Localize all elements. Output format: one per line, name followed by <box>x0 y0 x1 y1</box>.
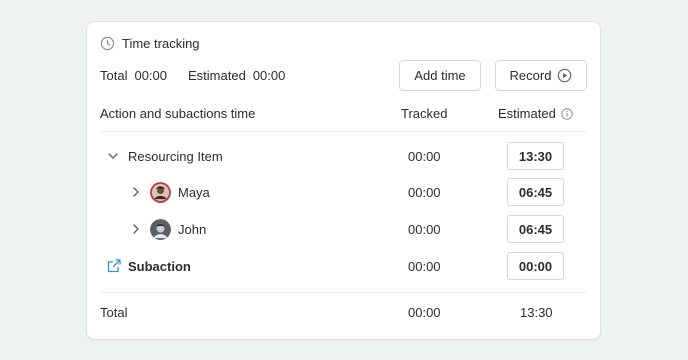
table-total-row: Total 00:00 13:30 <box>100 292 587 332</box>
column-header-estimated: Estimated <box>498 106 573 121</box>
chevron-right-icon[interactable] <box>129 185 143 199</box>
chevron-right-icon[interactable] <box>129 222 143 236</box>
table-row: Maya 00:00 06:45 <box>100 174 587 210</box>
row-estimated-input[interactable]: 06:45 <box>507 215 564 243</box>
row-estimated-input[interactable]: 00:00 <box>507 252 564 280</box>
row-tracked: 00:00 <box>408 148 441 164</box>
panel-header: Time tracking <box>100 36 200 51</box>
play-circle-icon <box>557 68 572 83</box>
row-name: John <box>178 221 207 237</box>
avatar <box>150 218 171 240</box>
clock-icon <box>100 36 115 51</box>
record-button[interactable]: Record <box>495 60 587 91</box>
row-name-cell: Maya <box>129 174 210 210</box>
row-name[interactable]: Subaction <box>128 259 191 274</box>
row-name: Resourcing Item <box>128 148 223 164</box>
row-estimated-input[interactable]: 06:45 <box>507 178 564 206</box>
external-link-icon[interactable] <box>106 258 122 274</box>
column-header-action: Action and subactions time <box>100 106 256 121</box>
row-name-cell: Subaction <box>106 248 191 284</box>
table-header: Action and subactions time Tracked Estim… <box>100 106 587 132</box>
panel-title: Time tracking <box>122 36 200 51</box>
add-time-button[interactable]: Add time <box>399 60 481 91</box>
info-icon[interactable] <box>561 107 573 120</box>
column-header-estimated-label: Estimated <box>498 106 556 121</box>
row-name: Maya <box>178 184 210 200</box>
total-label: Total <box>100 305 128 320</box>
column-header-tracked: Tracked <box>401 106 448 121</box>
summary-total-value: 00:00 <box>134 68 168 83</box>
avatar <box>150 181 171 203</box>
summary-estimated-label: Estimated <box>188 68 246 83</box>
row-tracked: 00:00 <box>408 221 441 237</box>
table-row: Resourcing Item 00:00 13:30 <box>100 138 587 174</box>
add-time-label: Add time <box>414 68 466 83</box>
total-tracked: 00:00 <box>408 305 441 320</box>
chevron-down-icon[interactable] <box>106 149 120 163</box>
row-tracked: 00:00 <box>408 184 441 200</box>
summary-total-label: Total <box>100 68 128 83</box>
summary-estimated-value: 00:00 <box>252 68 286 83</box>
row-name-cell: John <box>129 211 206 247</box>
row-name-cell: Resourcing Item <box>106 138 223 174</box>
row-tracked: 00:00 <box>408 258 441 274</box>
record-label: Record <box>509 68 552 83</box>
total-estimated: 13:30 <box>520 305 553 320</box>
time-tracking-panel: Time tracking Total 00:00 Estimated 00:0… <box>87 22 600 339</box>
time-summary: Total 00:00 Estimated 00:00 <box>100 68 306 83</box>
table-row: Subaction 00:00 00:00 <box>100 248 587 284</box>
row-estimated-input[interactable]: 13:30 <box>507 142 564 170</box>
table-row: John 00:00 06:45 <box>100 211 587 247</box>
